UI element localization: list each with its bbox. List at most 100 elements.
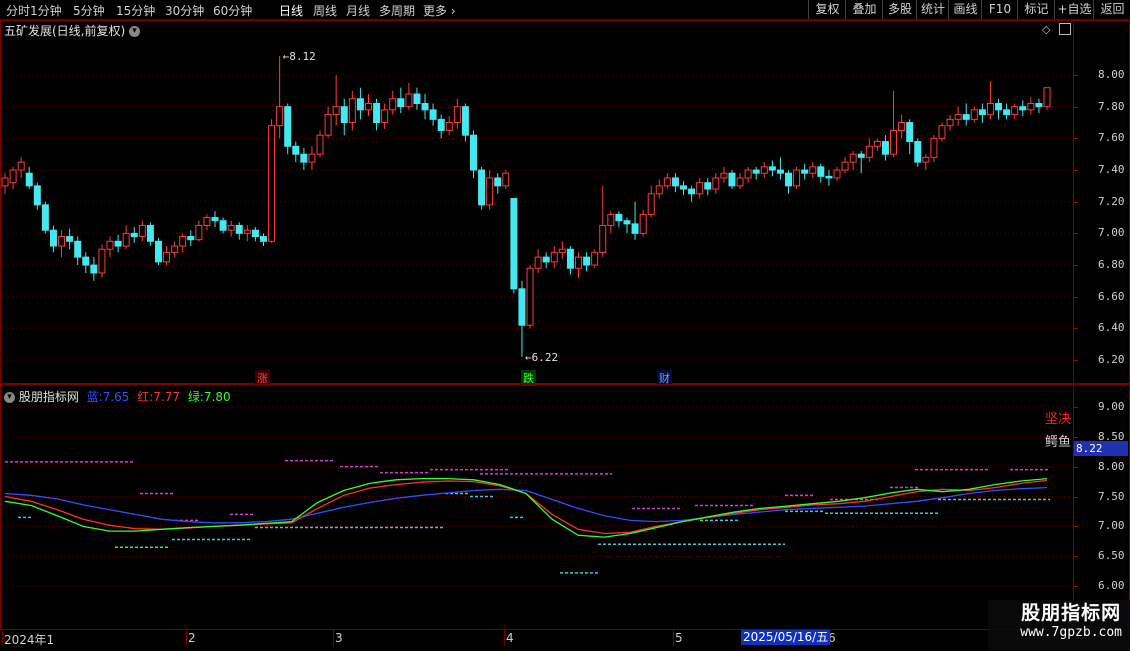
candle-body	[865, 145, 873, 158]
candle-body	[720, 172, 728, 179]
candle-body	[179, 236, 187, 247]
candle-body	[938, 125, 946, 139]
y-tick-mark	[1073, 466, 1078, 468]
x-axis-label: 5	[675, 631, 683, 645]
tab-2[interactable]: 1分钟	[30, 2, 62, 19]
high-price-label: ←8.12	[283, 50, 316, 63]
tab-3[interactable]: 5分钟	[73, 2, 105, 19]
candle-body	[114, 240, 122, 247]
toolbar-button-8[interactable]: +自选	[1054, 0, 1094, 19]
candle-body	[744, 169, 752, 179]
candle-body	[881, 141, 889, 155]
toolbar-button-2[interactable]: 叠加	[845, 0, 883, 19]
candle-body	[106, 240, 114, 250]
tab-label: 5分钟	[73, 4, 105, 18]
tab-label: 1分钟	[30, 4, 62, 18]
candle-body	[655, 185, 663, 195]
y-tick-mark	[1073, 265, 1078, 267]
candle-body	[243, 229, 251, 234]
y-tick-mark	[1073, 436, 1078, 438]
candle-body	[324, 114, 332, 136]
candle-body	[461, 106, 469, 136]
candle-body	[995, 103, 1003, 111]
candle-body	[235, 224, 243, 234]
y-tick-mark	[1073, 360, 1078, 362]
y-tick-mark	[1073, 106, 1078, 108]
candle-body	[873, 141, 881, 147]
candle-body	[922, 156, 930, 163]
y-tick-mark	[1073, 406, 1078, 408]
toolbar-button-3[interactable]: 多股	[882, 0, 917, 19]
candle-body	[364, 103, 372, 111]
candle-body	[211, 217, 219, 222]
candle-body	[163, 251, 171, 263]
candle-body	[583, 256, 591, 266]
tab-5[interactable]: 30分钟	[165, 2, 204, 19]
candle-body	[429, 109, 437, 120]
low-price-label: ←6.22	[525, 351, 558, 364]
toolbar-button-5[interactable]: 画线	[948, 0, 982, 19]
tab-8[interactable]: 周线	[313, 2, 337, 19]
main-y-tick: 7.40	[1098, 163, 1125, 177]
candle-body	[90, 264, 98, 274]
y-tick-mark	[1073, 201, 1078, 203]
x-axis-label: 2	[188, 631, 196, 645]
toolbar-button-1[interactable]: 复权	[808, 0, 846, 19]
tab-9[interactable]: 月线	[346, 2, 370, 19]
candle-body	[914, 141, 922, 163]
main-y-tick: 7.20	[1098, 194, 1125, 208]
candle-body	[890, 129, 898, 155]
indicator-chart	[0, 406, 1072, 587]
candle-body	[688, 188, 696, 195]
y-tick-mark	[1073, 75, 1078, 76]
y-tick-mark	[1073, 526, 1078, 528]
watermark: 股朋指标网 www.7gpzb.com	[1020, 598, 1122, 640]
toolbar-button-6[interactable]: F10	[981, 0, 1018, 19]
toolbar-button-4[interactable]: 统计	[916, 0, 949, 19]
tab-11[interactable]: 更多 ›	[423, 2, 456, 19]
candle-body	[33, 185, 41, 206]
candle-body	[276, 106, 284, 127]
candle-body	[631, 223, 639, 234]
indicator-line-red	[4, 479, 1048, 535]
cursor-date: 2025/05/16/五	[741, 630, 831, 645]
main-y-tick: 6.40	[1098, 321, 1125, 335]
indicator-y-tick: 7.50	[1098, 489, 1125, 503]
tab-6[interactable]: 60分钟	[213, 2, 252, 19]
tab-10[interactable]: 多周期	[379, 2, 415, 19]
tab-1[interactable]: 分时	[6, 2, 30, 19]
candle-body	[954, 114, 962, 120]
candle-body	[259, 236, 267, 242]
candle-body	[534, 256, 542, 269]
candle-body	[801, 169, 809, 174]
candle-body	[389, 98, 397, 111]
toolbar-button-7[interactable]: 标记	[1017, 0, 1055, 19]
candle-body	[138, 224, 146, 238]
toolbar-button-9[interactable]: 返回	[1093, 0, 1130, 19]
x-axis	[0, 629, 1130, 651]
candle-body	[478, 169, 486, 206]
main-y-tick: 7.80	[1098, 99, 1125, 113]
indicator-y-tick: 8.50	[1098, 429, 1125, 443]
candle-body	[817, 166, 825, 177]
candlestick-chart: ←8.12 ←6.22	[0, 50, 1072, 364]
candle-body	[623, 220, 631, 225]
candle-body	[518, 288, 526, 326]
candle-body	[1011, 106, 1019, 116]
candle-body	[607, 213, 615, 226]
x-axis-label: 3	[335, 631, 343, 645]
indicator-y-tick: 6.00	[1098, 579, 1125, 593]
candle-body	[647, 193, 655, 215]
candle-body	[58, 236, 66, 247]
tab-7[interactable]: 日线	[279, 2, 303, 19]
candle-body	[906, 122, 914, 143]
candle-body	[49, 229, 57, 247]
candle-body	[962, 114, 970, 120]
watermark-title: 股朋指标网	[1021, 602, 1122, 624]
indicator-y-tick: 6.50	[1098, 549, 1125, 563]
candle-body	[373, 103, 381, 124]
candle-body	[591, 251, 599, 266]
tab-4[interactable]: 15分钟	[116, 2, 155, 19]
y-tick-mark	[1073, 496, 1078, 498]
candle-body	[300, 153, 308, 163]
